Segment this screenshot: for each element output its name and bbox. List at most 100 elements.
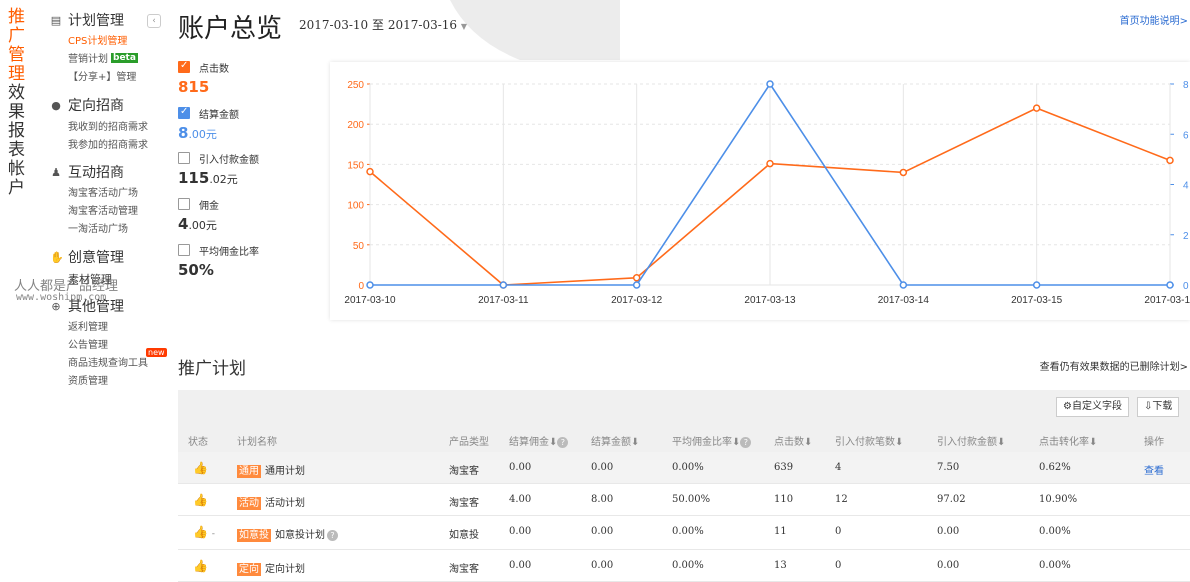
table-row: 👍 - 如意投 如意投计划? 如意投 0.00 0.00 0.00% 11 0 0… — [178, 516, 1190, 550]
new-badge: new — [146, 348, 167, 357]
table-row: 👍 通用 通用计划 淘宝客 0.00 0.00 0.00% 639 4 7.50 … — [178, 452, 1190, 484]
x-tick-label: 2017-03-13 — [744, 295, 796, 306]
data-point — [899, 168, 908, 177]
y-left-tick-label: 200 — [347, 120, 364, 131]
plan-name: 通用计划 — [265, 466, 305, 477]
thumbs-up-icon[interactable]: 👍 - — [193, 525, 215, 539]
chart-panel: 0 50 100 150 200 250 0 2 4 6 8 2017-03-10 2017-03-11… — [330, 62, 1190, 320]
y-left-tick-label: 50 — [353, 241, 365, 252]
clipboard-icon: ▤ — [50, 14, 62, 27]
watermark-url: www.woshipm.com — [16, 292, 107, 303]
help-icon: ? — [557, 437, 569, 448]
date-end: 2017-03-16 — [387, 18, 458, 32]
custom-fields-button[interactable]: ⚙自定义字段 — [1056, 397, 1129, 417]
sidebar-item-rebate[interactable]: 返利管理 — [68, 321, 108, 335]
x-tick-label: 2017-03-10 — [344, 295, 396, 306]
metric-value: 115.02元 — [178, 169, 238, 187]
plan-tag: 定向 — [237, 563, 261, 576]
caret-down-icon: ▼ — [460, 22, 468, 31]
data-point — [366, 281, 374, 289]
location-pin-icon: ● — [51, 99, 61, 112]
hand-icon: ✋ — [50, 251, 64, 264]
vnav-reports[interactable]: 效果报表 — [8, 84, 26, 160]
sidebar-item-qualification[interactable]: 资质管理 — [68, 375, 108, 389]
metric-value: 8.00元 — [178, 124, 217, 142]
col-type: 产品类型 — [449, 437, 489, 448]
metric-value: 50% — [178, 261, 214, 279]
table-header: 状态 计划名称 产品类型 结算佣金⬇? 结算金额⬇ 平均佣金比率⬇? 点击数⬇ … — [178, 424, 1190, 452]
col-commission[interactable]: 结算佣金⬇? — [509, 433, 569, 448]
col-name: 计划名称 — [237, 437, 277, 448]
metric-checkbox[interactable] — [178, 106, 190, 119]
page-title: 账户总览 — [178, 14, 283, 44]
interaction-icon: ♟ — [51, 166, 61, 179]
data-point — [499, 281, 508, 289]
line-chart[interactable]: 0 50 100 150 200 250 0 2 4 6 8 2017-03-10 2017-03-11… — [330, 62, 1190, 320]
section-title-plans: 推广计划 — [178, 359, 246, 379]
y-right-tick-label: 2 — [1183, 231, 1189, 242]
y-left-tick-label: 250 — [347, 80, 364, 91]
data-point — [632, 281, 641, 289]
gear-icon: ⚙ — [1063, 401, 1072, 412]
sidebar-item-received[interactable]: 我收到的招商需求 — [68, 121, 148, 135]
plan-tag: 如意投 — [237, 529, 271, 542]
data-point — [1166, 281, 1174, 289]
table-row: 👍 定向 定向计划 淘宝客 0.00 0.00 0.00% 13 0 0.00 0… — [178, 550, 1190, 582]
y-left-tick-label: 100 — [347, 201, 364, 212]
y-left-tick-label: 150 — [347, 160, 364, 171]
beta-badge: beta — [111, 53, 138, 63]
sidebar-item-share[interactable]: 【分享+】管理 — [68, 71, 136, 85]
vnav-account[interactable]: 帐户 — [8, 160, 26, 198]
col-action: 操作 — [1144, 437, 1164, 448]
metric-value: 4.00元 — [178, 215, 217, 233]
metric-checkbox[interactable] — [178, 60, 190, 73]
vnav-promotion[interactable]: 推广管理 — [8, 8, 26, 84]
view-link[interactable]: 查看 — [1144, 462, 1164, 477]
sidebar-item-activity-square[interactable]: 淘宝客活动广场 — [68, 187, 138, 201]
col-orders[interactable]: 引入付款笔数⬇ — [835, 433, 903, 448]
chevron-left-icon[interactable]: ‹ — [147, 14, 161, 28]
thumbs-up-icon[interactable]: 👍 — [193, 493, 208, 507]
plan-name: 如意投计划 — [275, 530, 325, 541]
data-point — [766, 80, 774, 88]
sidebar-item-activity-manage[interactable]: 淘宝客活动管理 — [68, 205, 138, 219]
col-amount[interactable]: 引入付款金额⬇ — [937, 433, 1005, 448]
y-right-tick-label: 0 — [1183, 281, 1189, 292]
plan-tag: 通用 — [237, 465, 261, 478]
data-point — [1032, 281, 1041, 289]
col-settle[interactable]: 结算金额⬇ — [591, 433, 639, 448]
sidebar-item-cps[interactable]: CPS计划管理 — [68, 35, 127, 49]
date-range-picker[interactable]: 2017-03-10 至 2017-03-16 ▼ — [299, 16, 467, 33]
data-point — [1032, 104, 1041, 112]
sidebar-item-joined[interactable]: 我参加的招商需求 — [68, 139, 148, 153]
data-point — [632, 274, 641, 282]
sidebar-item-marketing[interactable]: 营销计划 beta — [68, 53, 138, 67]
sidebar-item-etao-square[interactable]: 一淘活动广场 — [68, 223, 128, 237]
metric-value: 815 — [178, 78, 210, 96]
thumbs-up-icon[interactable]: 👍 — [193, 559, 208, 573]
col-cvr[interactable]: 点击转化率⬇ — [1039, 433, 1097, 448]
help-link[interactable]: 首页功能说明> — [1120, 12, 1188, 27]
y-right-tick-label: 4 — [1183, 181, 1189, 192]
date-separator: 至 — [372, 18, 385, 32]
thumbs-up-icon[interactable]: 👍 — [193, 461, 208, 475]
y-right-tick-label: 8 — [1183, 80, 1189, 91]
metric-checkbox[interactable] — [178, 198, 190, 210]
data-point — [1166, 156, 1174, 165]
download-button[interactable]: ⇩下载 — [1137, 397, 1180, 417]
table-toolbar: ⚙自定义字段 ⇩下载 — [178, 390, 1190, 424]
plan-tag: 活动 — [237, 497, 261, 510]
metric-checkbox[interactable] — [178, 244, 190, 256]
x-tick-label: 2017-03-11 — [478, 295, 529, 306]
metric-checkbox[interactable] — [178, 152, 190, 164]
y-left-tick-label: 0 — [358, 281, 364, 292]
data-point — [366, 167, 374, 176]
sidebar-item-violation-tool[interactable]: 商品违规查询工具 — [68, 357, 148, 371]
sidebar-item-notice[interactable]: 公告管理 — [68, 339, 108, 353]
col-clicks[interactable]: 点击数⬇ — [774, 433, 812, 448]
deleted-plans-link[interactable]: 查看仍有效果数据的已删除计划> — [1040, 358, 1188, 373]
col-rate[interactable]: 平均佣金比率⬇? — [672, 433, 752, 448]
x-tick-label: 2017-03-12 — [611, 295, 663, 306]
help-icon: ? — [740, 437, 752, 448]
plan-name: 活动计划 — [265, 498, 305, 509]
